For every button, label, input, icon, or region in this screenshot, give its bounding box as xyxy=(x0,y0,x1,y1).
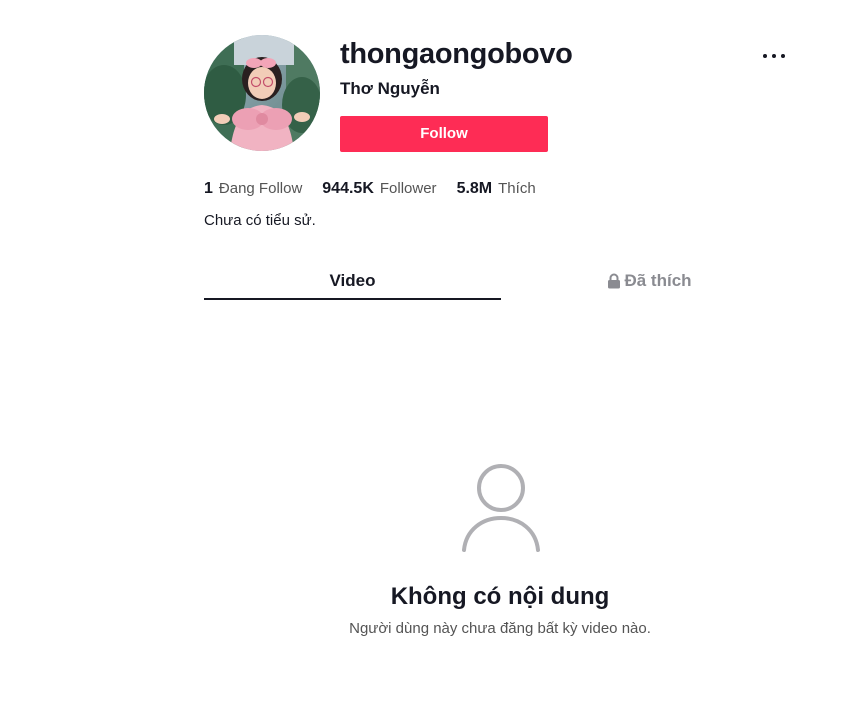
tab-liked-label: Đã thích xyxy=(624,271,692,290)
stat-followers-count: 944.5K xyxy=(322,180,374,197)
tab-video[interactable]: Video xyxy=(204,266,501,296)
more-options-button[interactable] xyxy=(760,44,788,68)
follow-button[interactable]: Follow xyxy=(340,116,548,152)
more-dot-icon xyxy=(763,54,767,58)
stat-likes: 5.8M Thích xyxy=(457,180,536,198)
avatar[interactable] xyxy=(204,35,320,151)
profile-stats: 1 Đang Follow 944.5K Follower 5.8M Thích xyxy=(204,178,556,200)
active-tab-indicator xyxy=(204,298,501,300)
tab-video-label: Video xyxy=(329,271,376,290)
empty-state-description: Người dùng này chưa đăng bất kỳ video nà… xyxy=(349,620,651,637)
stat-followers[interactable]: 944.5K Follower xyxy=(322,180,436,198)
more-dot-icon xyxy=(772,54,776,58)
lock-icon xyxy=(607,273,621,289)
stat-likes-label: Thích xyxy=(498,180,536,197)
stat-following-label: Đang Follow xyxy=(218,180,303,197)
stat-followers-label: Follower xyxy=(379,180,437,197)
stat-following-count: 1 xyxy=(204,180,213,197)
stat-following[interactable]: 1 Đang Follow xyxy=(204,180,302,198)
user-icon xyxy=(460,462,542,554)
more-dot-icon xyxy=(781,54,785,58)
profile-bio: Chưa có tiểu sử. xyxy=(204,212,316,229)
username: thongaongobovo xyxy=(340,38,573,70)
nickname: Thơ Nguyễn xyxy=(340,79,440,98)
tab-liked[interactable]: Đã thích xyxy=(501,266,798,296)
avatar-image xyxy=(204,35,320,151)
stat-likes-count: 5.8M xyxy=(456,180,493,197)
empty-state-title: Không có nội dung xyxy=(390,583,610,610)
profile-page: thongaongobovo Thơ Nguyễn Follow 1 Đang … xyxy=(0,0,864,708)
